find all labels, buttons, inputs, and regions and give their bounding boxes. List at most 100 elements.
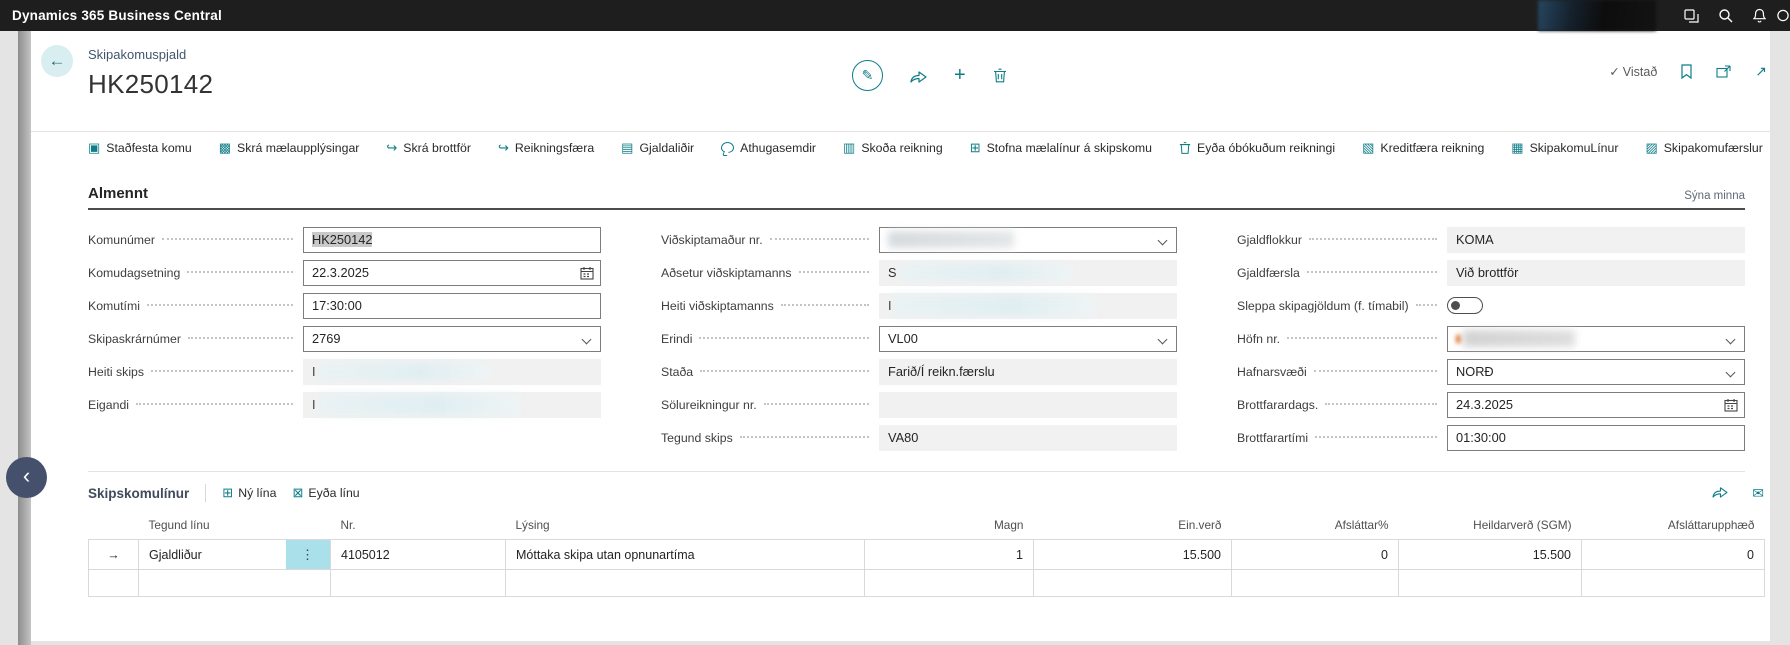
col-einverd[interactable]: Ein.verð xyxy=(1034,518,1232,540)
hofn-nr-combo[interactable] xyxy=(1447,326,1745,352)
back-button[interactable]: ← xyxy=(41,45,73,77)
cell-menu-button[interactable]: ⋮ xyxy=(286,540,330,569)
vidskiptamadur-nr-combo[interactable] xyxy=(879,227,1177,253)
action-stofna-maelalinur[interactable]: ⊞Stofna mælalínur á skipskomu xyxy=(970,140,1152,156)
new-button[interactable]: + xyxy=(954,64,966,87)
lines-section-title[interactable]: Skipskomulínur xyxy=(88,486,189,501)
field-komunumer: KomunúmerHK250142 xyxy=(88,223,601,256)
col-afslatturupphaed[interactable]: Afsláttarupphæð xyxy=(1582,518,1765,540)
brottfarartimi-input[interactable]: 01:30:00 xyxy=(1447,425,1745,451)
cell-magn[interactable]: 1 xyxy=(865,540,1034,570)
redacted-value xyxy=(899,264,1073,281)
cell-afslatturupphaed[interactable]: 0 xyxy=(1582,540,1765,570)
komutimi-input[interactable]: 17:30:00 xyxy=(303,293,601,319)
cell-nr[interactable]: 4105012 xyxy=(331,540,506,570)
action-stadfesta-komu[interactable]: ▣Staðfesta komu xyxy=(88,140,192,156)
eigandi-field: I xyxy=(303,392,601,418)
email-lines-button[interactable]: ✉ xyxy=(1752,485,1764,502)
settings-icon-partial[interactable] xyxy=(1776,0,1790,31)
col-afslattur[interactable]: Afsláttar% xyxy=(1232,518,1399,540)
delete-button[interactable] xyxy=(993,68,1007,83)
komudagsetning-input[interactable]: 22.3.2025 xyxy=(303,260,601,286)
calendar-icon[interactable] xyxy=(580,266,594,280)
cell-afslattur[interactable]: 0 xyxy=(1232,540,1399,570)
cell-einverd[interactable]: 15.500 xyxy=(1034,540,1232,570)
share-lines-button[interactable] xyxy=(1712,485,1728,502)
action-athugasemdir[interactable]: Athugasemdir xyxy=(721,141,816,155)
action-skoda-reikning[interactable]: ▥Skoða reikning xyxy=(843,140,943,156)
field-hafnarsvaedi: HafnarsvæðiNORÐ xyxy=(1237,355,1745,388)
table-row-empty[interactable] xyxy=(89,570,1765,597)
share-button[interactable] xyxy=(910,69,927,83)
chevron-down-icon xyxy=(1158,235,1168,245)
bookmark-button[interactable] xyxy=(1681,64,1692,79)
redacted-value xyxy=(1463,330,1575,347)
action-skra-brottfor[interactable]: ↪Skrá brottför xyxy=(386,140,471,156)
action-skipakomufaerslur[interactable]: ▨Skipakomufærslur xyxy=(1645,140,1762,156)
heiti-skips-field: I xyxy=(303,359,601,385)
expand-button[interactable]: ↗ xyxy=(1755,63,1767,80)
edit-button[interactable]: ✎ xyxy=(852,60,883,91)
col-tegund-linu[interactable]: Tegund línu xyxy=(139,518,331,540)
open-in-new-window-button[interactable] xyxy=(1716,65,1731,78)
col-nr[interactable]: Nr. xyxy=(331,518,506,540)
field-heiti-skips: Heiti skipsI xyxy=(88,355,601,388)
action-skra-maelaupplysingar[interactable]: ▩Skrá mælaupplýsingar xyxy=(219,140,360,156)
record-actions: ✎ + xyxy=(852,60,1007,91)
col-magn[interactable]: Magn xyxy=(865,518,1034,540)
field-vidskiptamadur-nr: Viðskiptamaður nr. xyxy=(661,223,1177,256)
left-scroll-strip[interactable] xyxy=(18,31,31,645)
search-icon[interactable] xyxy=(1708,0,1742,31)
cell-tegund-linu[interactable]: Gjaldliður⋮ xyxy=(139,540,331,570)
gjaldfaersla-field: Við brottför xyxy=(1447,260,1745,286)
new-line-button[interactable]: ⊞Ný lína xyxy=(222,485,276,501)
komunumer-input[interactable]: HK250142 xyxy=(303,227,601,253)
delete-unposted-invoice-icon xyxy=(1179,141,1191,155)
section-title[interactable]: Almennt xyxy=(88,185,148,202)
action-reikningsfaera[interactable]: ↪Reikningsfæra xyxy=(498,140,594,156)
save-status-label: Vistað xyxy=(1623,65,1658,79)
skipaskrarnumer-combo[interactable]: 2769 xyxy=(303,326,601,352)
cell-lysing[interactable]: Móttaka skipa utan opnunartíma xyxy=(506,540,865,570)
cell-heildarverd[interactable]: 15.500 xyxy=(1399,540,1582,570)
erindi-combo[interactable]: VL00 xyxy=(879,326,1177,352)
show-less-link[interactable]: Sýna minna xyxy=(1684,190,1745,202)
charge-items-icon: ▤ xyxy=(621,140,633,156)
bell-icon[interactable] xyxy=(1742,0,1776,31)
gjaldflokkur-field: KOMA xyxy=(1447,227,1745,253)
row-selector[interactable]: → xyxy=(89,540,139,570)
general-section-header: Almennt Sýna minna xyxy=(88,185,1745,210)
check-icon: ✓ xyxy=(1609,64,1619,79)
toggle-skip-ship-fees[interactable] xyxy=(1447,297,1483,314)
table-row[interactable]: → Gjaldliður⋮ 4105012 Móttaka skipa utan… xyxy=(89,540,1765,570)
col-lysing[interactable]: Lýsing xyxy=(506,518,865,540)
action-skipakomulinur[interactable]: ▦SkipakomuLínur xyxy=(1511,140,1618,156)
col-heildarverd[interactable]: Heildarverð (SGM) xyxy=(1399,518,1582,540)
action-label: Eyða óbókuðum reikningi xyxy=(1197,141,1335,155)
copy-note-icon[interactable] xyxy=(1674,0,1708,31)
expand-icon: ↗ xyxy=(1755,63,1767,80)
chevron-down-icon xyxy=(1726,367,1736,377)
action-gjaldalidir[interactable]: ▤Gjaldaliðir xyxy=(621,140,694,156)
field-tegund-skips: Tegund skipsVA80 xyxy=(661,421,1177,454)
plus-icon: + xyxy=(954,64,966,87)
action-label: Kreditfæra reikning xyxy=(1380,141,1484,155)
share-icon xyxy=(1712,485,1728,498)
collapse-pane-button[interactable]: ‹ xyxy=(6,457,47,498)
delete-line-button[interactable]: ⊠Eyða línu xyxy=(292,485,359,501)
confirm-arrival-icon: ▣ xyxy=(88,140,100,156)
pencil-icon: ✎ xyxy=(862,67,874,84)
hafnarsvaedi-combo[interactable]: NORÐ xyxy=(1447,359,1745,385)
col-selector xyxy=(89,518,139,540)
action-kreditfaera-reikning[interactable]: ▧Kreditfæra reikning xyxy=(1362,140,1484,156)
register-measurements-icon: ▩ xyxy=(219,140,231,156)
lines-section-header: Skipskomulínur ⊞Ný lína ⊠Eyða línu ✉ xyxy=(88,484,1764,502)
action-eyda-obokudum-reikningi[interactable]: Eyða óbókuðum reikningi xyxy=(1179,141,1335,155)
lines-table: Tegund línu Nr. Lýsing Magn Ein.verð Afs… xyxy=(88,518,1765,597)
invoice-icon: ↪ xyxy=(498,140,509,156)
chevron-down-icon xyxy=(582,334,592,344)
brottfarardags-input[interactable]: 24.3.2025 xyxy=(1447,392,1745,418)
calendar-icon[interactable] xyxy=(1724,398,1738,412)
new-line-icon: ⊞ xyxy=(222,485,233,501)
app-title[interactable]: Dynamics 365 Business Central xyxy=(0,8,222,23)
